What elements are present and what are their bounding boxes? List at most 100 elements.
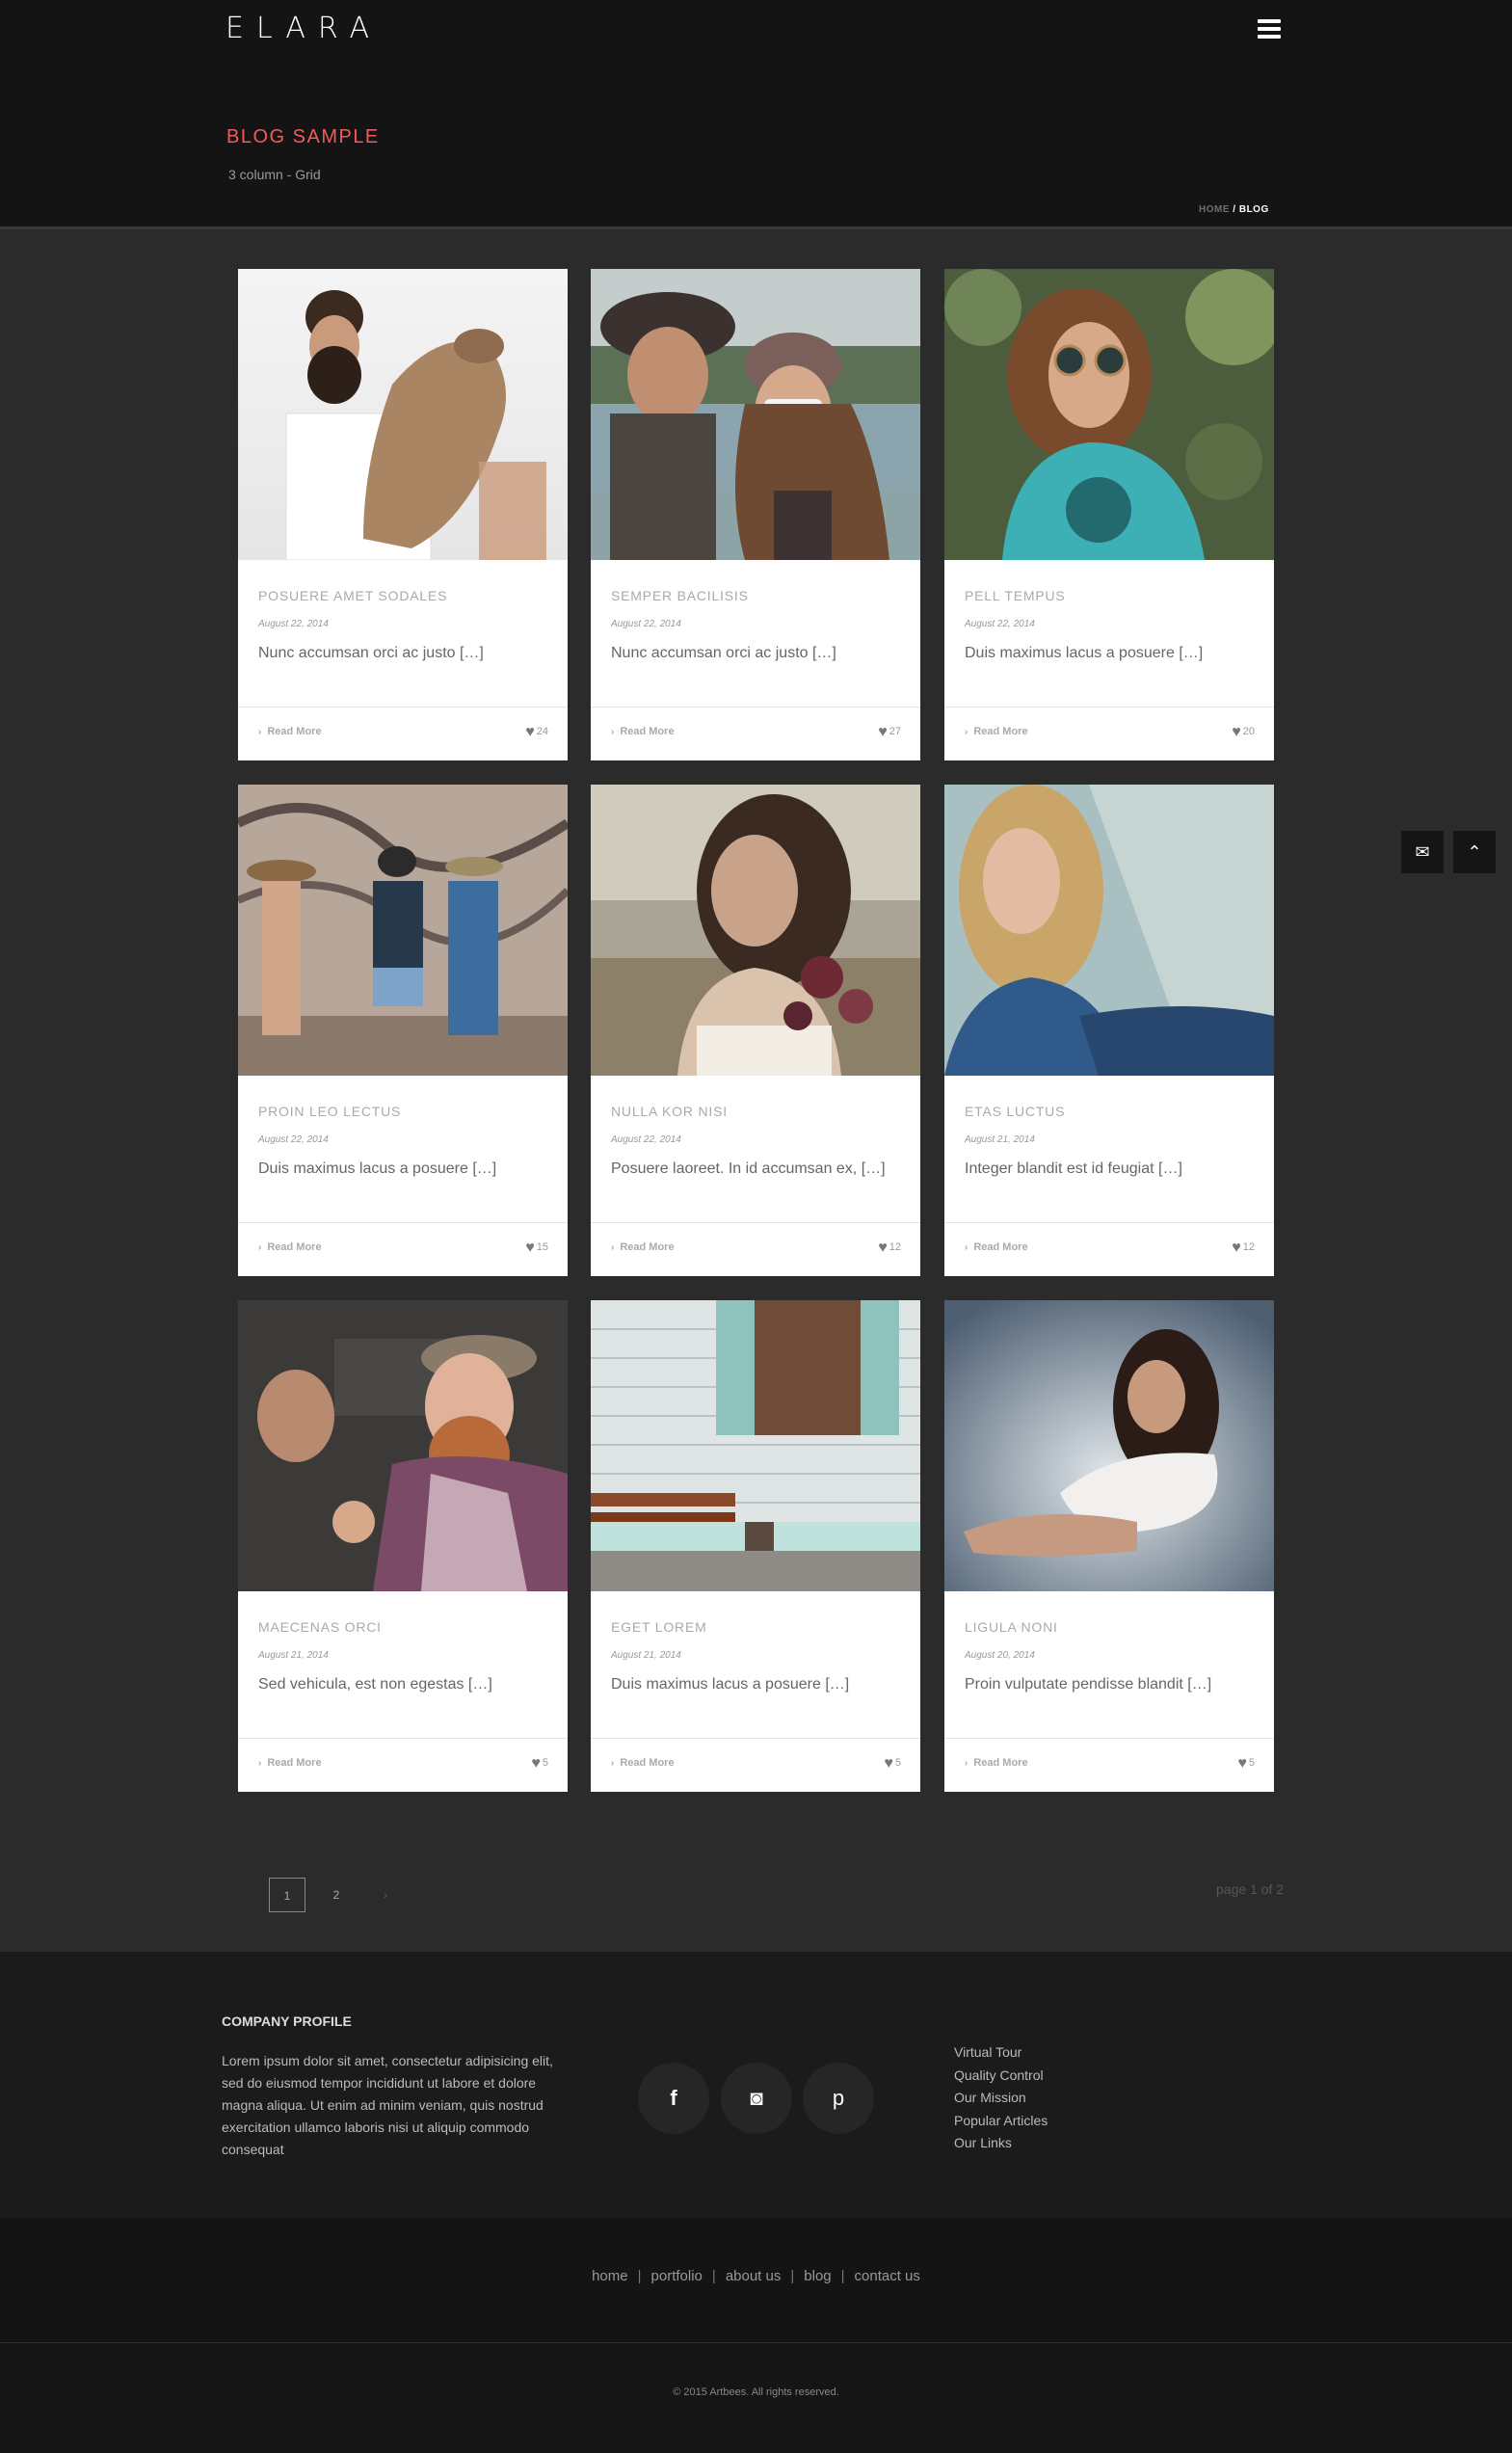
post-title[interactable]: ETAS LUCTUS [965,1104,1065,1119]
page-info: page 1 of 2 [1216,1881,1285,1897]
read-more-link[interactable]: › Read More [611,1757,675,1769]
like-button[interactable]: ♥ 24 [525,724,548,741]
chevron-right-icon: › [258,1242,262,1253]
footer-nav-home[interactable]: home [592,2268,628,2284]
like-count: 5 [542,1757,548,1769]
post-date: August 22, 2014 [611,619,681,629]
post-image[interactable] [238,785,568,1076]
post-footer: › Read More ♥ 12 [591,1222,920,1276]
facebook-button[interactable]: f [638,2063,709,2134]
post-excerpt: Posuere laoreet. In id accumsan ex, […] [611,1160,886,1177]
heart-icon: ♥ [878,1240,888,1256]
post-title[interactable]: LIGULA NONI [965,1619,1058,1635]
post-image[interactable] [238,1300,568,1591]
like-button[interactable]: ♥ 15 [525,1240,548,1257]
chevron-right-icon: › [258,1758,262,1769]
page-link-1[interactable]: 1 [269,1878,305,1912]
post-image[interactable] [591,269,920,560]
read-more-link[interactable]: › Read More [258,1757,322,1769]
like-count: 12 [1242,1241,1255,1253]
post-footer: › Read More ♥ 27 [591,707,920,760]
like-button[interactable]: ♥ 20 [1232,724,1255,741]
post-excerpt: Duis maximus lacus a posuere […] [611,1676,850,1693]
like-count: 12 [889,1241,901,1253]
read-more-link[interactable]: › Read More [258,1241,322,1253]
blog-post-card: EGET LOREM August 21, 2014 Duis maximus … [591,1300,920,1792]
footer-link[interactable]: Our Mission [954,2087,1048,2110]
post-image[interactable] [591,785,920,1076]
page-link-2[interactable]: 2 [318,1878,355,1912]
instagram-button[interactable]: ◙ [721,2063,792,2134]
like-button[interactable]: ♥ 5 [531,1755,548,1773]
post-image[interactable] [944,1300,1274,1591]
divider: | [840,2268,845,2284]
like-button[interactable]: ♥ 12 [878,1240,901,1257]
heart-icon: ♥ [1237,1755,1247,1772]
like-count: 27 [889,726,901,737]
post-excerpt: Sed vehicula, est non egestas […] [258,1676,492,1693]
copyright-text: © 2015 Artbees. All rights reserved. [673,2386,839,2398]
like-count: 5 [1248,1757,1255,1769]
read-more-link[interactable]: › Read More [258,726,322,737]
breadcrumb: HOME / BLOG [1199,204,1269,215]
post-excerpt: Integer blandit est id feugiat […] [965,1160,1182,1177]
breadcrumb-home[interactable]: HOME [1199,204,1230,215]
like-button[interactable]: ♥ 5 [1237,1755,1255,1773]
email-button[interactable]: ✉ [1401,831,1444,873]
read-more-link[interactable]: › Read More [965,1757,1028,1769]
read-more-link[interactable]: › Read More [611,726,675,737]
read-more-link[interactable]: › Read More [611,1241,675,1253]
post-excerpt: Nunc accumsan orci ac justo […] [611,645,836,661]
chevron-right-icon: › [611,727,615,737]
company-profile-text: Lorem ipsum dolor sit amet, consectetur … [222,2053,553,2157]
post-footer: › Read More ♥ 5 [944,1738,1274,1792]
read-more-link[interactable]: › Read More [965,726,1028,737]
footer-link[interactable]: Quality Control [954,2065,1048,2088]
chevron-right-icon: › [611,1758,615,1769]
chevron-right-icon: › [258,727,262,737]
like-button[interactable]: ♥ 5 [884,1755,901,1773]
post-image[interactable] [944,785,1274,1076]
blog-post-card: POSUERE AMET SODALES August 22, 2014 Nun… [238,269,568,760]
post-title[interactable]: POSUERE AMET SODALES [258,588,447,603]
post-excerpt: Proin vulputate pendisse blandit […] [965,1676,1212,1693]
post-image[interactable] [591,1300,920,1591]
footer-link[interactable]: Our Links [954,2132,1048,2155]
footer-nav-contact[interactable]: contact us [855,2268,920,2284]
post-image[interactable] [238,269,568,560]
heart-icon: ♥ [884,1755,893,1772]
menu-icon[interactable] [1258,19,1281,39]
like-count: 15 [536,1241,548,1253]
footer-link[interactable]: Popular Articles [954,2110,1048,2133]
footer-nav-about[interactable]: about us [726,2268,782,2284]
post-excerpt: Duis maximus lacus a posuere […] [965,645,1204,661]
post-date: August 21, 2014 [965,1134,1035,1145]
heart-icon: ♥ [525,724,535,740]
logo[interactable]: ELARA [225,12,382,45]
post-image[interactable] [944,269,1274,560]
post-title[interactable]: EGET LOREM [611,1619,707,1635]
next-page-button[interactable]: › [367,1878,404,1912]
read-more-label: Read More [620,1757,675,1769]
post-date: August 21, 2014 [611,1650,681,1661]
footer-nav-portfolio[interactable]: portfolio [651,2268,703,2284]
post-excerpt: Nunc accumsan orci ac justo […] [258,645,484,661]
page-subtitle: 3 column - Grid [228,167,321,182]
post-title[interactable]: NULLA KOR NISI [611,1104,728,1119]
read-more-link[interactable]: › Read More [965,1241,1028,1253]
pinterest-button[interactable]: p [803,2063,874,2134]
post-title[interactable]: PROIN LEO LECTUS [258,1104,401,1119]
post-date: August 22, 2014 [258,619,329,629]
footer-link[interactable]: Virtual Tour [954,2041,1048,2065]
post-title[interactable]: MAECENAS ORCI [258,1619,382,1635]
back-to-top-button[interactable]: ⌃ [1453,831,1496,873]
chevron-up-icon: ⌃ [1467,842,1482,862]
read-more-label: Read More [973,726,1028,737]
footer-nav-blog[interactable]: blog [804,2268,831,2284]
blog-post-card: SEMPER BACILISIS August 22, 2014 Nunc ac… [591,269,920,760]
post-title[interactable]: SEMPER BACILISIS [611,588,749,603]
post-title[interactable]: PELL TEMPUS [965,588,1066,603]
like-button[interactable]: ♥ 27 [878,724,901,741]
read-more-label: Read More [620,726,675,737]
like-button[interactable]: ♥ 12 [1232,1240,1255,1257]
